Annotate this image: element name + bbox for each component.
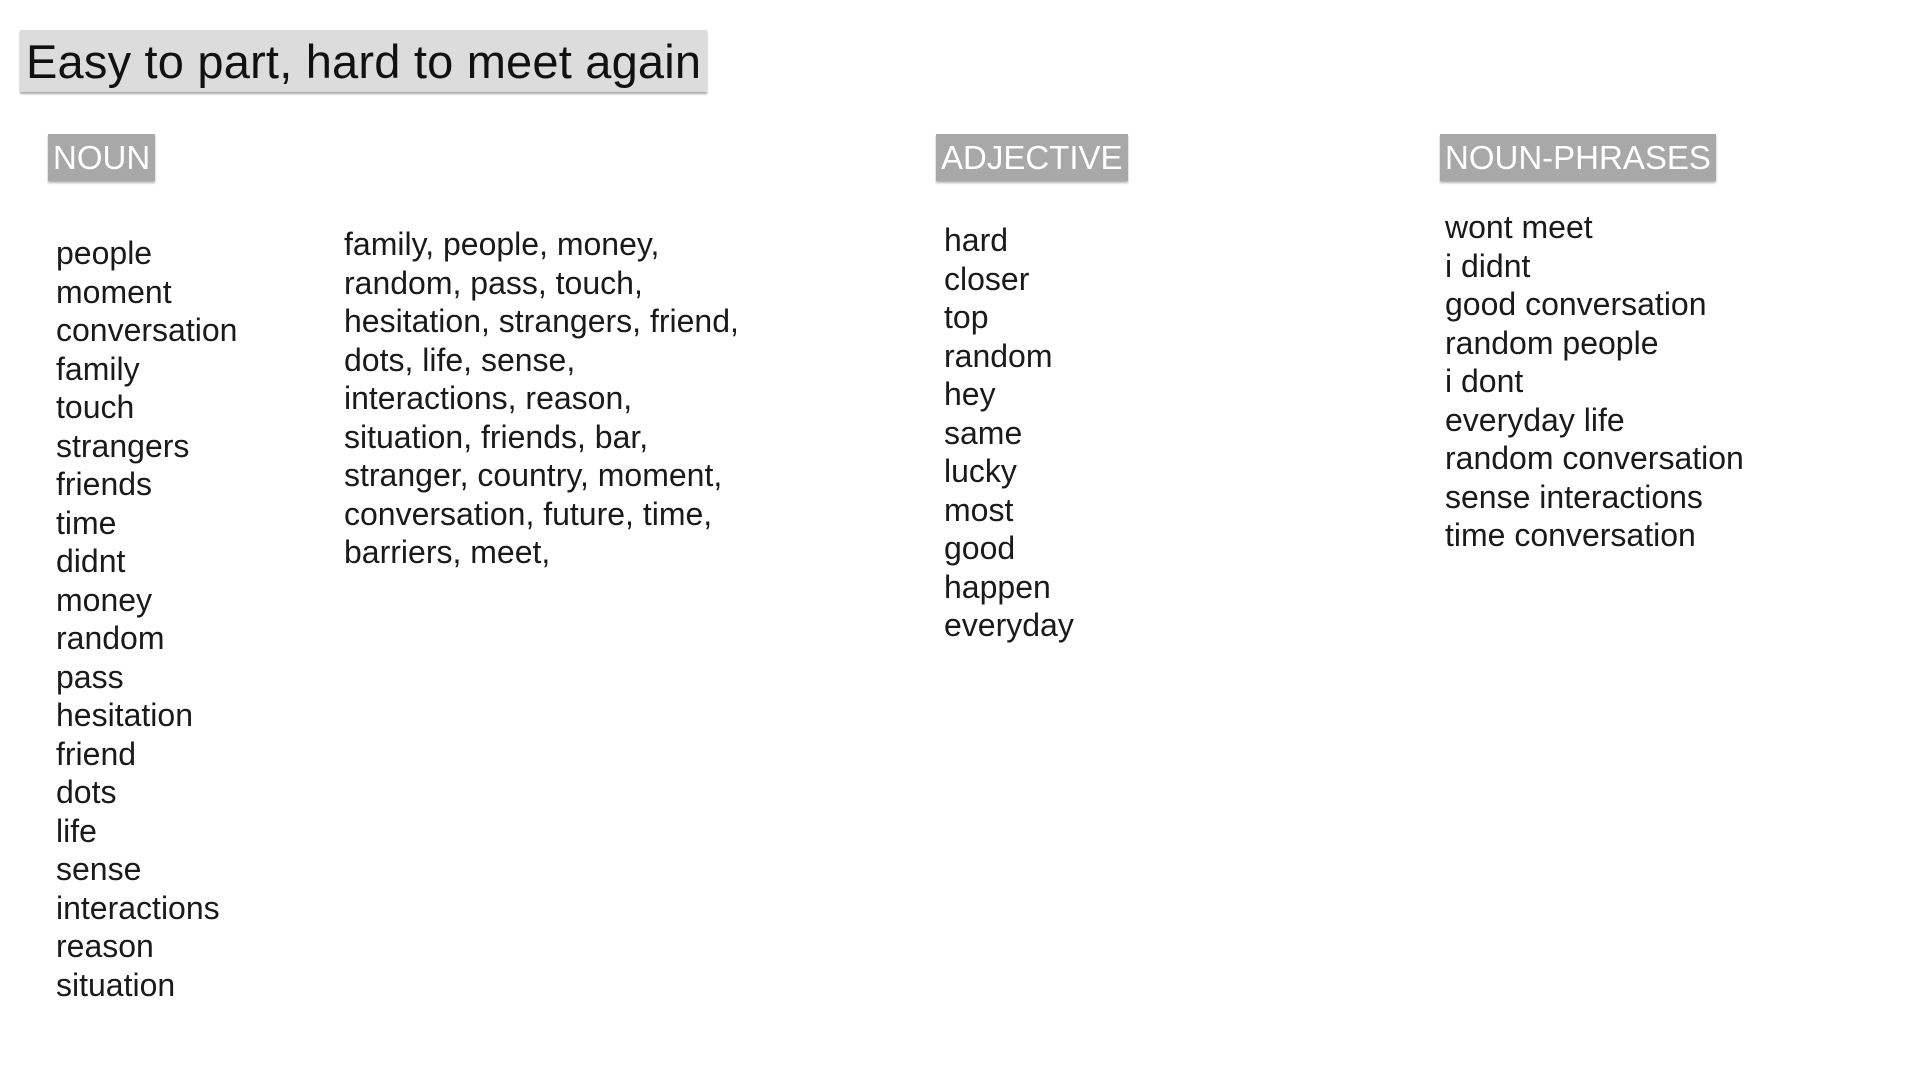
adjective-word: closer <box>944 260 1030 297</box>
noun-summary-line: random, pass, touch, <box>344 264 643 301</box>
noun-word: money <box>56 581 153 618</box>
adjective-tag-label: ADJECTIVE <box>941 138 1123 176</box>
adjective-word: top <box>944 299 989 335</box>
adjective-word: same <box>944 414 1023 451</box>
noun-word: friend <box>56 735 137 772</box>
noun-word: reason <box>56 928 154 964</box>
noun-word: moment <box>56 273 172 310</box>
adjective-word-list: hard closer top random hey same lucky mo… <box>944 221 1074 645</box>
adjective-word: hard <box>944 222 1009 258</box>
adjective-word: everyday <box>944 607 1074 643</box>
noun-phrase-item: sense interactions <box>1445 478 1703 515</box>
adjective-tag: ADJECTIVE <box>936 134 1128 181</box>
noun-summary-line: stranger, country, moment, <box>344 457 723 493</box>
slide-title-box: Easy to part, hard to meet again <box>20 30 708 92</box>
adjective-word: lucky <box>944 453 1017 489</box>
noun-word: random <box>56 620 165 656</box>
noun-word: hesitation <box>56 697 193 733</box>
noun-word: people <box>56 235 153 271</box>
noun-summary-line: interactions, reason, <box>344 380 633 416</box>
noun-summary-block: family, people, money, random, pass, tou… <box>344 225 739 572</box>
noun-tag: NOUN <box>48 134 156 181</box>
slide-title: Easy to part, hard to meet again <box>26 34 702 88</box>
noun-phrase-item: random conversation <box>1445 440 1744 476</box>
adjective-word: random <box>944 337 1053 374</box>
noun-phrase-item: everyday life <box>1445 401 1625 438</box>
adjective-word: good <box>944 530 1016 566</box>
noun-word: didnt <box>56 543 126 579</box>
noun-phrase-item: i dont <box>1445 363 1524 399</box>
noun-word: situation <box>56 966 176 1003</box>
noun-phrase-item: time conversation <box>1445 517 1696 553</box>
noun-word: touch <box>56 389 135 425</box>
noun-summary-line: situation, friends, bar, <box>344 418 649 455</box>
noun-phrase-item: random people <box>1445 324 1659 361</box>
noun-word: conversation <box>56 312 238 348</box>
noun-word-list: people moment conversation family touch … <box>56 234 237 1004</box>
noun-phrase-item: i didnt <box>1445 247 1531 284</box>
noun-summary-line: dots, life, sense, <box>344 341 576 378</box>
noun-tag-label: NOUN <box>53 138 151 176</box>
noun-phrase-item: good conversation <box>1445 286 1707 322</box>
noun-word: friends <box>56 466 153 502</box>
noun-word: time <box>56 504 117 541</box>
noun-word: pass <box>56 658 124 695</box>
noun-phrases-tag-label: NOUN-PHRASES <box>1445 138 1711 176</box>
noun-word: sense <box>56 851 142 887</box>
noun-phrase-item: wont meet <box>1445 209 1593 245</box>
noun-phrases-tag: NOUN-PHRASES <box>1440 134 1716 181</box>
noun-word: strangers <box>56 427 190 464</box>
noun-summary-line: family, people, money, <box>344 226 660 262</box>
noun-summary-line: barriers, meet, <box>344 534 551 570</box>
adjective-word: happen <box>944 568 1051 605</box>
noun-word: dots <box>56 774 117 810</box>
adjective-word: most <box>944 491 1014 528</box>
noun-summary-line: hesitation, strangers, friend, <box>344 303 739 339</box>
noun-word: family <box>56 350 140 387</box>
noun-phrases-list: wont meet i didnt good conversation rand… <box>1445 208 1744 555</box>
noun-summary-line: conversation, future, time, <box>344 495 713 532</box>
noun-word: life <box>56 812 97 849</box>
noun-word: interactions <box>56 889 220 926</box>
adjective-word: hey <box>944 376 996 412</box>
